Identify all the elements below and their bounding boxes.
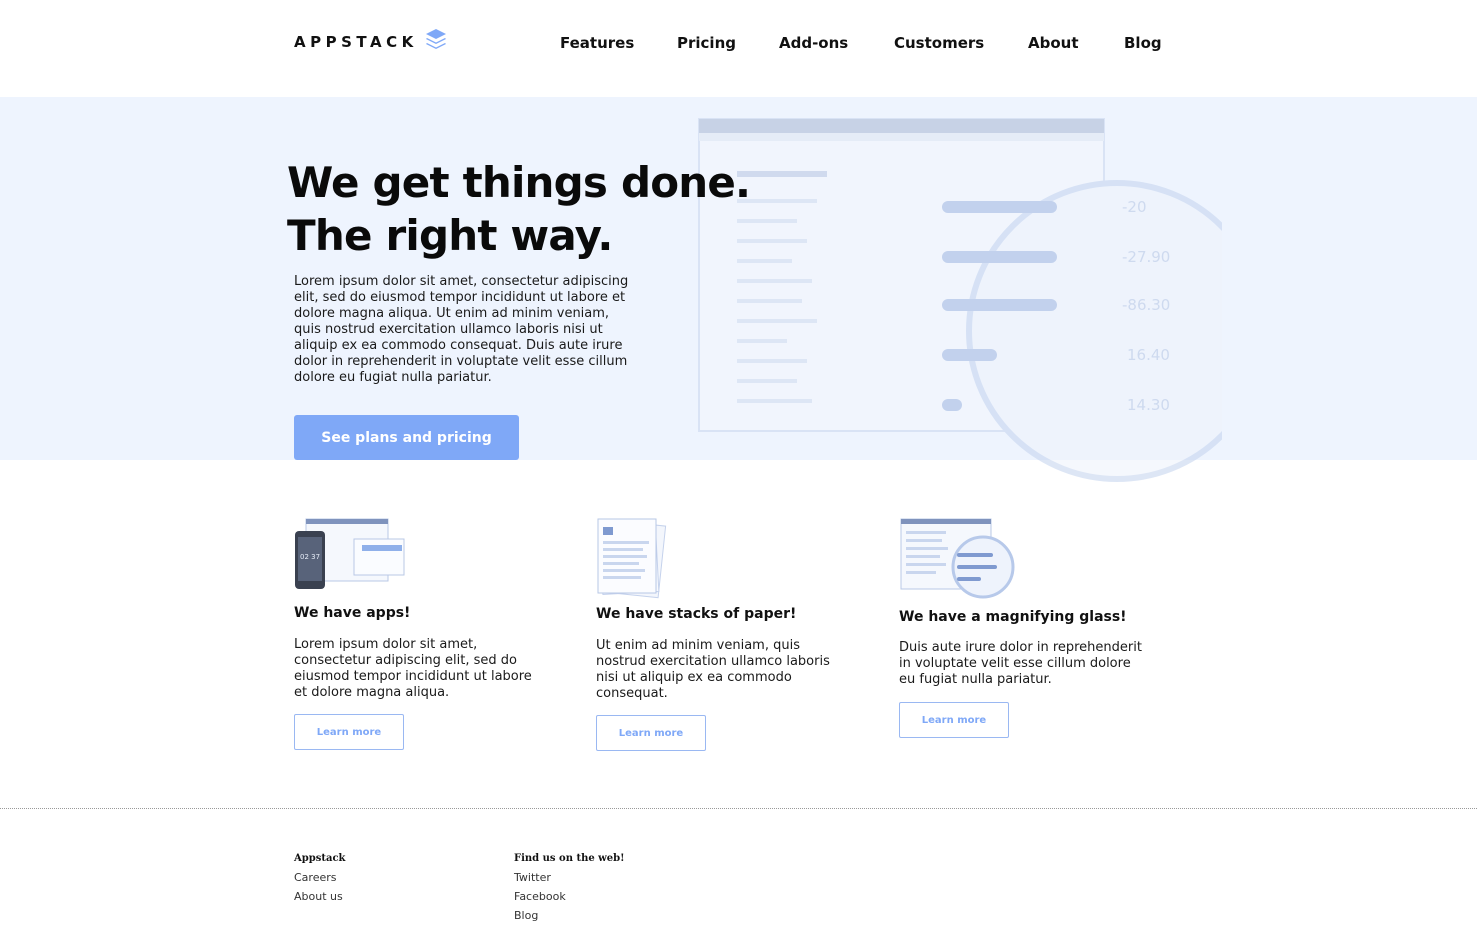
footer-link-blog[interactable]: Blog — [514, 906, 625, 925]
nav-features[interactable]: Features — [560, 34, 634, 52]
footer-column-appstack: Appstack Careers About us — [294, 853, 346, 906]
hero-title-line-1: We get things done. — [287, 158, 751, 207]
footer-link-twitter[interactable]: Twitter — [514, 868, 625, 887]
svg-text:14.30: 14.30 — [1127, 396, 1170, 414]
feature-apps-title: We have apps! — [294, 605, 411, 621]
footer-link-about-us[interactable]: About us — [294, 887, 346, 906]
feature-magnifier-title: We have a magnifying glass! — [899, 609, 1127, 625]
apps-illustration: 02 37 — [295, 518, 405, 589]
footer-divider — [0, 808, 1477, 809]
feature-magnifier-text: Duis aute irure dolor in reprehenderit i… — [899, 640, 1142, 687]
site-header: APPSTACK Features Pricing Add-ons Custom… — [0, 0, 1477, 97]
nav-about[interactable]: About — [1028, 34, 1079, 52]
see-plans-button[interactable]: See plans and pricing — [294, 415, 519, 460]
svg-text:02 37: 02 37 — [300, 553, 320, 561]
hero-title-line-2: The right way. — [287, 211, 613, 260]
learn-more-paper-button[interactable]: Learn more — [596, 715, 706, 751]
magnifying-glass-illustration — [900, 518, 1015, 599]
footer-heading-appstack: Appstack — [294, 853, 346, 864]
nav-add-ons[interactable]: Add-ons — [779, 34, 848, 52]
svg-text:-86.30: -86.30 — [1122, 296, 1170, 314]
nav-customers[interactable]: Customers — [894, 34, 984, 52]
nav-blog[interactable]: Blog — [1124, 34, 1162, 52]
footer-link-facebook[interactable]: Facebook — [514, 887, 625, 906]
paper-stack-illustration — [597, 518, 667, 599]
footer-column-web: Find us on the web! Twitter Facebook Blo… — [514, 853, 625, 925]
footer-link-careers[interactable]: Careers — [294, 868, 346, 887]
nav-pricing[interactable]: Pricing — [677, 34, 736, 52]
svg-text:16.40: 16.40 — [1127, 346, 1170, 364]
main-nav: Features Pricing Add-ons Customers About… — [0, 34, 1477, 54]
feature-paper-title: We have stacks of paper! — [596, 606, 797, 622]
hero-title: We get things done. The right way. — [287, 156, 751, 262]
svg-text:-27.90: -27.90 — [1122, 248, 1170, 266]
learn-more-apps-button[interactable]: Learn more — [294, 714, 404, 750]
feature-paper-text: Ut enim ad minim veniam, quis nostrud ex… — [596, 638, 830, 701]
feature-apps-text: Lorem ipsum dolor sit amet, consectetur … — [294, 637, 532, 700]
hero-illustration: -20 -27.90 -86.30 16.40 14.30 — [698, 118, 1222, 482]
hero-description: Lorem ipsum dolor sit amet, consectetur … — [294, 274, 629, 385]
footer-heading-web: Find us on the web! — [514, 853, 625, 864]
svg-text:-20: -20 — [1122, 198, 1147, 216]
learn-more-magnifier-button[interactable]: Learn more — [899, 702, 1009, 738]
